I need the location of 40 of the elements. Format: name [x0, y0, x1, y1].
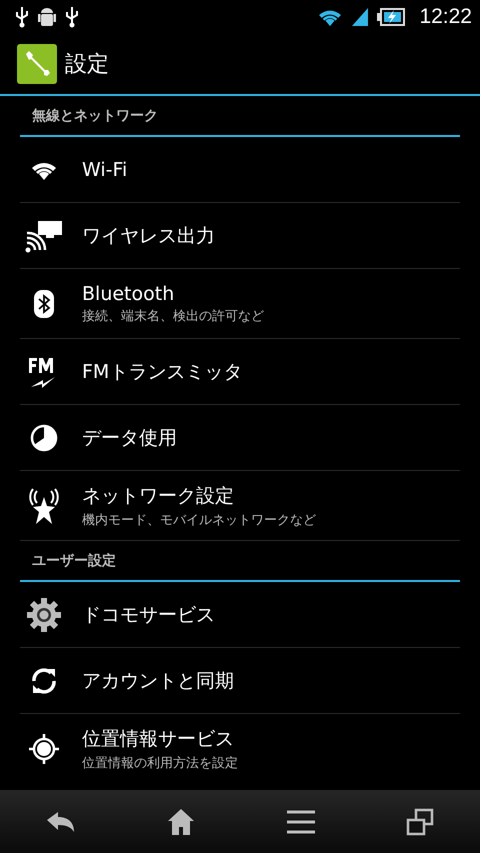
settings-item[interactable]: ネットワーク設定 機内モード、モバイルネットワークなど	[20, 471, 460, 541]
data-usage-icon	[30, 424, 58, 452]
settings-icon	[26, 596, 62, 632]
item-subtitle: 接続、端末名、検出の許可など	[82, 308, 264, 324]
item-title: ネットワーク設定	[82, 484, 235, 508]
item-title: Bluetooth	[82, 282, 176, 304]
sync-icon	[29, 666, 59, 696]
settings-item[interactable]: データ使用	[20, 405, 460, 471]
usb-icon	[14, 6, 30, 28]
section-header: 無線とネットワーク	[32, 106, 158, 124]
settings-item[interactable]: ワイヤレス出力	[20, 203, 460, 269]
cell-signal-icon	[351, 7, 370, 27]
back-icon	[46, 810, 76, 834]
location-icon	[28, 733, 60, 765]
settings-item[interactable]: ドコモサービス	[20, 582, 460, 648]
home-icon	[167, 808, 196, 836]
item-title: Wi-Fi	[82, 158, 128, 180]
recent-apps-icon	[406, 808, 434, 836]
item-subtitle: 機内モード、モバイルネットワークなど	[82, 512, 316, 528]
battery-charging-icon	[377, 8, 406, 26]
settings-item[interactable]: 位置情報サービス 位置情報の利用方法を設定	[20, 714, 460, 784]
item-title: FMトランスミッタ	[82, 360, 242, 384]
item-title: アカウントと同期	[82, 668, 234, 694]
settings-item[interactable]: FMトランスミッタ	[20, 339, 460, 405]
bluetooth-icon	[33, 288, 55, 318]
wireless-display-icon	[24, 218, 64, 252]
item-subtitle: 位置情報の利用方法を設定	[82, 755, 238, 772]
settings-item[interactable]: Bluetooth 接続、端末名、検出の許可など	[20, 269, 460, 339]
item-title: 位置情報サービス	[82, 727, 235, 752]
screen-title: 設定	[65, 51, 109, 79]
menu-icon	[286, 810, 315, 834]
item-title: データ使用	[82, 426, 177, 450]
status-time: 12:22	[419, 5, 472, 29]
usb-icon	[64, 6, 80, 28]
section-header: ユーザー設定	[32, 552, 116, 570]
item-title: ドコモサービス	[82, 602, 215, 628]
settings-item[interactable]: Wi-Fi	[20, 137, 460, 203]
settings-item[interactable]: アカウントと同期	[20, 648, 460, 714]
android-icon	[38, 5, 56, 29]
item-title: ワイヤレス出力	[82, 224, 215, 248]
